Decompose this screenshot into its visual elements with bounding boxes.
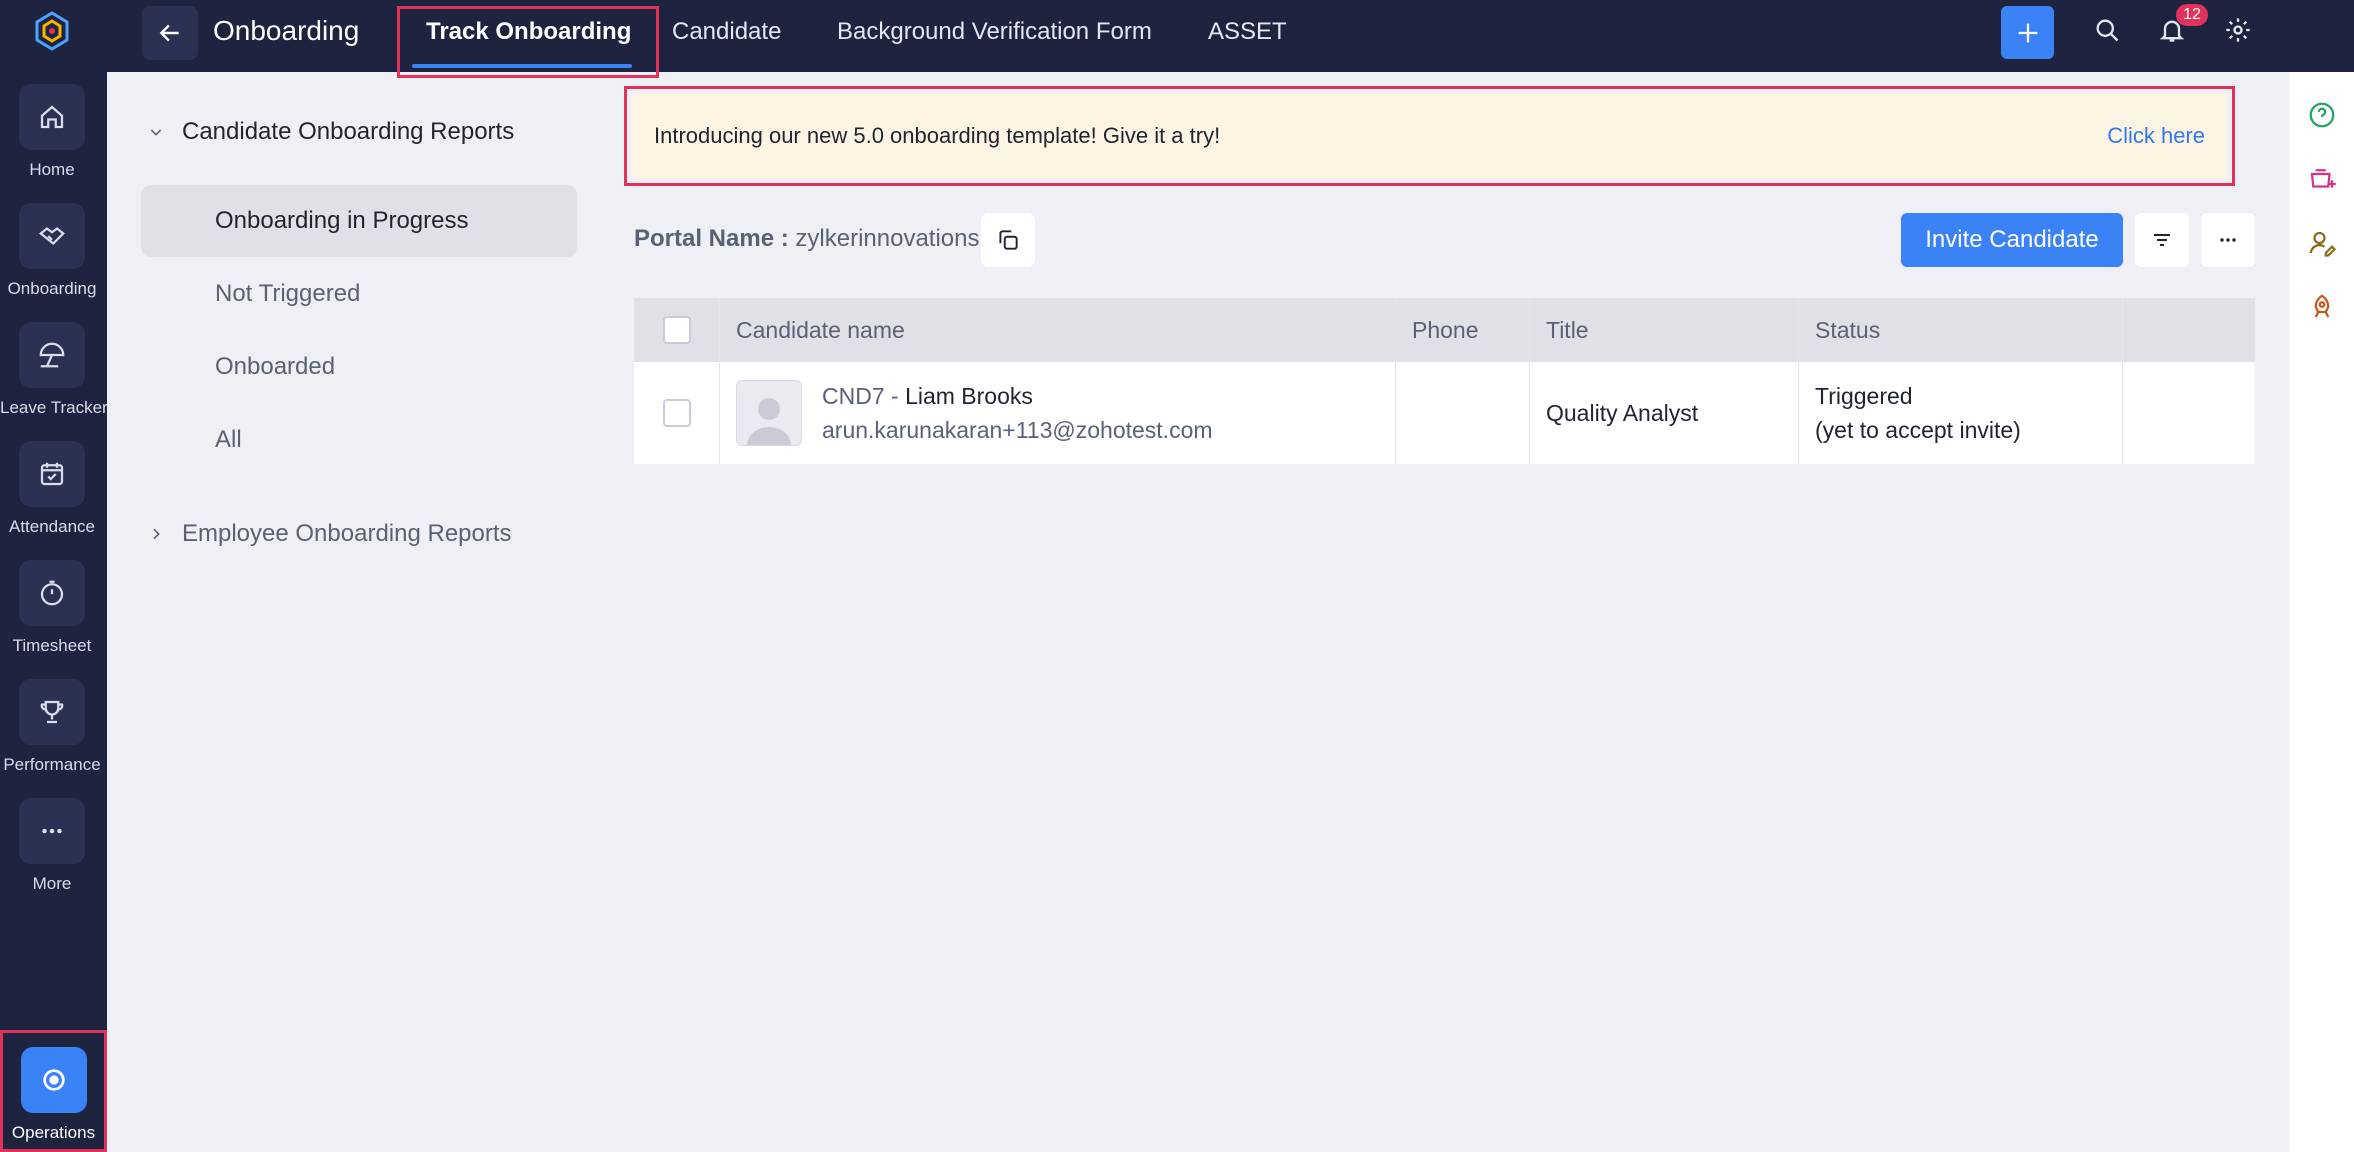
nav-label: Not Triggered	[215, 280, 361, 307]
chevron-down-icon	[150, 129, 162, 136]
employee-reports-section[interactable]: Employee Onboarding Reports	[148, 520, 512, 548]
app-logo-icon[interactable]	[31, 10, 73, 52]
row-checkbox[interactable]	[662, 399, 691, 427]
filter-button[interactable]	[2135, 213, 2189, 267]
page-title: Onboarding	[213, 15, 360, 46]
beach-umbrella-icon	[19, 322, 85, 388]
table-row[interactable]: CND7 - Liam Brooks arun.karunakaran+113@…	[634, 362, 2255, 464]
column-header-actions	[2123, 298, 2255, 362]
rail-item-timesheet[interactable]: Timesheet	[0, 560, 104, 656]
rail-item-label: Home	[29, 160, 75, 179]
candidate-id: CND7 -	[822, 383, 899, 409]
rail-item-home[interactable]: Home	[0, 84, 104, 180]
tab-background-verification-form[interactable]: Background Verification Form	[837, 18, 1152, 46]
nav-all[interactable]: All	[141, 404, 577, 476]
announcement-banner: Introducing our new 5.0 onboarding templ…	[632, 94, 2227, 178]
rail-item-onboarding[interactable]: Onboarding	[0, 203, 104, 299]
invite-candidate-button[interactable]: Invite Candidate	[1901, 213, 2123, 267]
cart-add-icon[interactable]	[2307, 164, 2337, 194]
search-button[interactable]	[2091, 14, 2123, 46]
column-header-status[interactable]: Status	[1799, 298, 2123, 362]
rail-item-operations[interactable]: Operations	[0, 1030, 107, 1152]
select-all-cell	[634, 298, 720, 362]
table-header: Candidate name Phone Title Status	[634, 298, 2255, 362]
section-title: Candidate Onboarding Reports	[182, 118, 515, 145]
back-button[interactable]	[142, 6, 198, 60]
calendar-check-icon	[19, 441, 85, 507]
handshake-icon	[19, 203, 85, 269]
banner-click-here-link[interactable]: Click here	[2107, 123, 2205, 149]
nav-onboarding-in-progress[interactable]: Onboarding in Progress	[141, 185, 577, 257]
rail-item-label: More	[32, 874, 72, 893]
rail-item-label: Onboarding	[7, 279, 97, 298]
column-header-title[interactable]: Title	[1530, 298, 1799, 362]
more-dots-icon	[2220, 238, 2236, 242]
operations-icon	[20, 1047, 87, 1113]
rail-item-label: Operations	[11, 1123, 96, 1142]
copy-icon	[999, 230, 1018, 250]
home-icon	[19, 84, 85, 150]
status-subtext: (yet to accept invite)	[1815, 417, 2021, 443]
column-header-candidate-name[interactable]: Candidate name	[720, 298, 1396, 362]
help-icon[interactable]	[2307, 100, 2337, 130]
right-utility-rail	[2289, 72, 2354, 1152]
rocket-icon[interactable]	[2307, 292, 2337, 322]
banner-text: Introducing our new 5.0 onboarding templ…	[654, 123, 1221, 148]
candidate-email: arun.karunakaran+113@zohotest.com	[822, 417, 1213, 443]
rail-item-label: Attendance	[8, 517, 95, 536]
more-options-button[interactable]	[2201, 213, 2255, 267]
top-bar: Onboarding Track Onboarding Candidate Ba…	[107, 0, 2354, 78]
active-tab-indicator	[412, 64, 632, 68]
select-all-checkbox[interactable]	[662, 316, 691, 344]
portal-name: Portal Name : zylkerinnovations	[634, 225, 979, 253]
trophy-icon	[19, 679, 85, 745]
column-header-phone[interactable]: Phone	[1396, 298, 1530, 362]
search-icon	[2096, 19, 2119, 42]
nav-label: Onboarded	[215, 353, 336, 380]
candidate-avatar	[736, 380, 802, 446]
chevron-right-icon	[153, 528, 160, 540]
stopwatch-icon	[19, 560, 85, 626]
phone-cell	[1396, 362, 1530, 464]
candidate-reports-section[interactable]: Candidate Onboarding Reports	[148, 118, 514, 146]
candidate-name[interactable]: Liam Brooks	[905, 383, 1033, 409]
notification-badge: 12	[2176, 4, 2208, 26]
row-actions-cell	[2123, 362, 2255, 464]
filter-icon	[2154, 234, 2170, 246]
more-dots-icon	[19, 798, 85, 864]
rail-item-label: Leave Tracker	[0, 398, 108, 417]
rail-item-performance[interactable]: Performance	[0, 679, 104, 775]
user-edit-icon[interactable]	[2307, 228, 2337, 258]
section-title: Employee Onboarding Reports	[182, 520, 512, 547]
nav-onboarded[interactable]: Onboarded	[141, 331, 577, 403]
settings-button[interactable]	[2222, 14, 2254, 46]
copy-portal-button[interactable]	[981, 213, 1035, 267]
tab-track-onboarding[interactable]: Track Onboarding	[426, 18, 631, 46]
arrow-left-icon	[159, 24, 179, 42]
rail-item-leave-tracker[interactable]: Leave Tracker	[0, 322, 108, 418]
left-nav-rail: Home Onboarding Leave Tracker Attendance…	[0, 0, 108, 1152]
row-select-cell	[634, 362, 720, 464]
tab-candidate[interactable]: Candidate	[672, 18, 781, 46]
candidate-cell: CND7 - Liam Brooks arun.karunakaran+113@…	[720, 362, 1396, 464]
status-text: Triggered	[1815, 383, 1913, 409]
portal-value: zylkerinnovations	[795, 225, 980, 252]
title-cell: Quality Analyst	[1530, 362, 1799, 464]
tab-asset[interactable]: ASSET	[1208, 18, 1287, 46]
gear-icon	[2226, 18, 2250, 42]
rail-item-more[interactable]: More	[0, 798, 104, 894]
rail-item-label: Timesheet	[12, 636, 92, 655]
candidates-table: Candidate name Phone Title Status CND7 -…	[634, 298, 2255, 464]
person-placeholder-icon	[747, 398, 791, 445]
rail-item-label: Performance	[3, 755, 101, 774]
nav-label: Onboarding in Progress	[215, 207, 469, 234]
nav-label: All	[215, 426, 242, 453]
portal-label: Portal Name :	[634, 225, 789, 252]
nav-not-triggered[interactable]: Not Triggered	[141, 258, 577, 330]
status-cell: Triggered (yet to accept invite)	[1799, 362, 2123, 464]
plus-icon	[2018, 23, 2037, 42]
rail-item-attendance[interactable]: Attendance	[0, 441, 104, 537]
add-button[interactable]	[2001, 6, 2054, 59]
